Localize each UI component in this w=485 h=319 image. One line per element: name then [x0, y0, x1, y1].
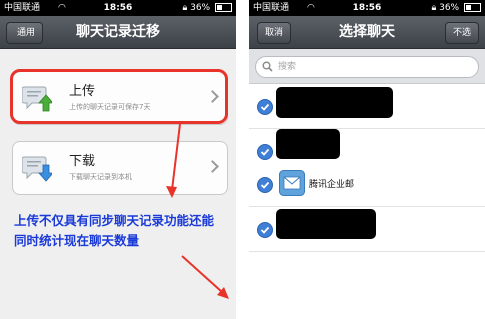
redacted-contact — [276, 87, 393, 118]
checked-icon[interactable] — [257, 99, 273, 115]
contact-name: 腾讯企业邮 — [309, 180, 355, 190]
redacted-contact — [276, 209, 376, 239]
nav-bar: 取消 选择聊天 不选 — [249, 16, 485, 49]
annotation-arrows — [166, 123, 229, 299]
chat-row[interactable] — [249, 207, 485, 252]
search-icon — [262, 61, 273, 72]
deselect-all-button[interactable]: 不选 — [444, 22, 479, 44]
battery-status: 🔒︎ 36% — [431, 0, 481, 16]
search-input[interactable]: 搜索 — [255, 56, 479, 78]
lock-icon: 🔒︎ — [431, 3, 437, 13]
annotation-text: 上传不仅具有同步聊天记录功能还能同时统计现在聊天数量 — [14, 213, 215, 248]
migration-screen: 中国联通 ◠ 18:56 🔒︎ 36% 通用 聊天记录迁移 上传 上传的聊天记录… — [0, 0, 236, 319]
redacted-contact — [276, 129, 340, 159]
mail-icon — [279, 170, 305, 196]
chat-row[interactable] — [249, 84, 485, 129]
status-bar: 中国联通 ◠ 18:56 🔒︎ 36% — [249, 0, 485, 16]
select-chat-screen: 中国联通 ◠ 18:56 🔒︎ 36% 取消 选择聊天 不选 搜索 腾讯企业邮 — [249, 0, 485, 319]
checked-icon[interactable] — [257, 144, 273, 160]
search-bar: 搜索 — [249, 49, 485, 84]
search-placeholder: 搜索 — [278, 62, 297, 72]
battery-percent: 36% — [439, 3, 460, 13]
chat-row[interactable]: 腾讯企业邮 — [249, 162, 485, 207]
checked-icon[interactable] — [257, 222, 273, 238]
battery-icon — [464, 3, 481, 12]
checked-icon[interactable] — [257, 177, 273, 193]
